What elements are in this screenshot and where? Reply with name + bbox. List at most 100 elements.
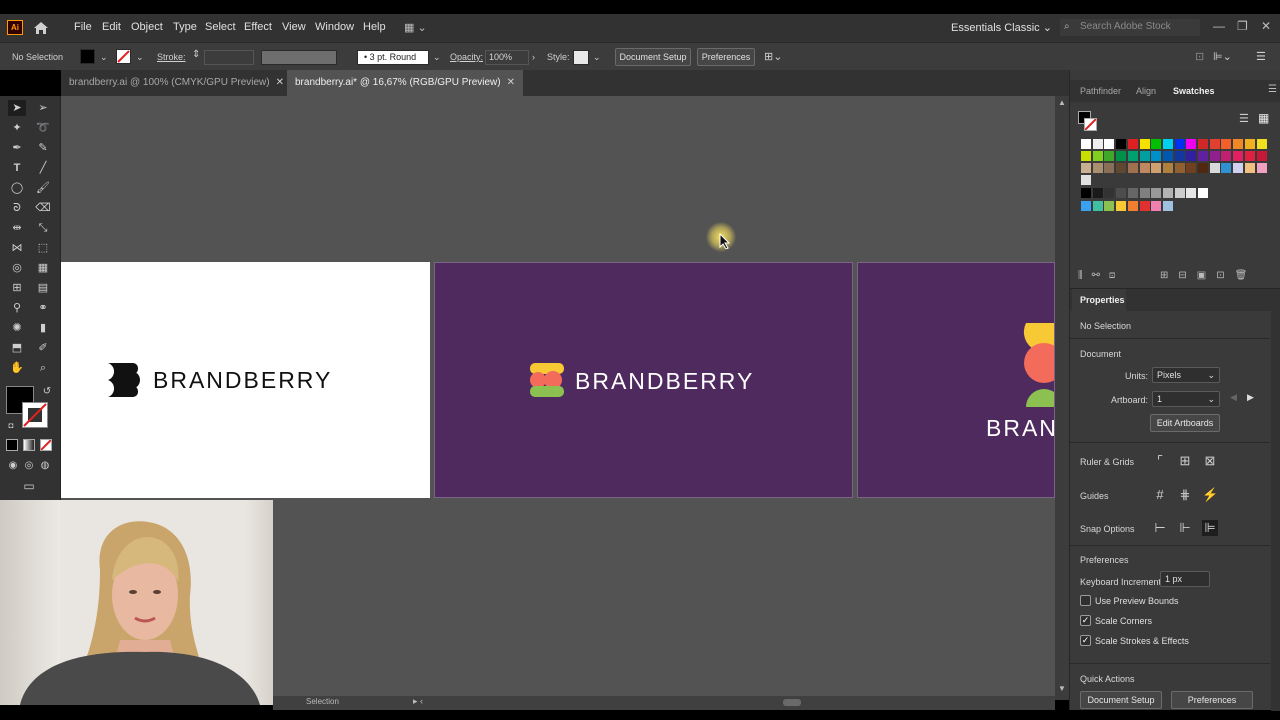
- artboard-select[interactable]: 1 ⌄: [1152, 391, 1220, 407]
- color-swatch[interactable]: [1221, 151, 1232, 161]
- tab-brandberry-rgb[interactable]: brandberry.ai* @ 16,67% (RGB/GPU Preview…: [287, 70, 523, 96]
- color-swatch[interactable]: [1081, 163, 1091, 173]
- color-swatch[interactable]: [1186, 151, 1197, 161]
- style-swatch[interactable]: [573, 50, 589, 65]
- artboard-white[interactable]: BRANDBERRY: [61, 262, 430, 498]
- align-icon[interactable]: ⊫⌄: [1213, 50, 1232, 63]
- swatch-actions-icon[interactable]: ⫼⚯⊡: [1078, 270, 1124, 281]
- menu-help[interactable]: Help: [363, 21, 386, 33]
- artboard-tool-icon[interactable]: ⬒: [8, 340, 26, 356]
- quick-document-setup-button[interactable]: Document Setup: [1080, 691, 1162, 709]
- column-graph-tool-icon[interactable]: ▮: [34, 320, 52, 336]
- stroke-swatch[interactable]: [116, 49, 131, 64]
- color-swatch[interactable]: [1162, 201, 1173, 211]
- color-swatch[interactable]: [1081, 151, 1091, 161]
- menu-file[interactable]: File: [74, 21, 92, 33]
- style-dropdown-icon[interactable]: ⌄: [593, 52, 601, 63]
- scroll-down-icon[interactable]: ▼: [1058, 684, 1066, 693]
- color-swatch[interactable]: [1104, 151, 1115, 161]
- scroll-up-icon[interactable]: ▲: [1058, 98, 1066, 107]
- default-colors-icon[interactable]: ◘: [2, 418, 20, 434]
- snap-to-grid-icon[interactable]: ⊩: [1177, 520, 1193, 536]
- close-icon[interactable]: ✕: [1261, 19, 1271, 33]
- paintbrush-tool-icon[interactable]: 🖌: [34, 180, 52, 196]
- reflect-tool-icon[interactable]: ⇹: [8, 220, 26, 236]
- shape-builder-tool-icon[interactable]: ◎: [8, 260, 26, 276]
- pen-tool-icon[interactable]: ✒: [8, 140, 26, 156]
- home-icon[interactable]: [33, 20, 49, 36]
- color-swatch[interactable]: [1174, 163, 1185, 173]
- color-swatch[interactable]: [1256, 163, 1267, 173]
- prev-artboard-icon[interactable]: ◀: [1230, 392, 1237, 403]
- workspace-switcher[interactable]: Essentials Classic ⌄: [951, 21, 1052, 34]
- ruler-icon[interactable]: ⌜: [1152, 453, 1168, 469]
- grid-icon[interactable]: ⊞: [1177, 453, 1193, 469]
- color-swatch[interactable]: [1198, 188, 1208, 198]
- menu-select[interactable]: Select: [205, 21, 236, 33]
- stroke-label[interactable]: Stroke:: [157, 52, 186, 62]
- smart-guides-icon[interactable]: ⚡: [1202, 487, 1218, 503]
- color-swatch[interactable]: [1139, 139, 1150, 149]
- color-swatch[interactable]: [1209, 139, 1220, 149]
- quick-preferences-button[interactable]: Preferences: [1171, 691, 1253, 709]
- color-swatch[interactable]: [1151, 201, 1162, 211]
- color-swatch[interactable]: [1127, 188, 1138, 198]
- color-swatch[interactable]: [1198, 163, 1208, 173]
- fill-dropdown-icon[interactable]: ⌄: [100, 52, 108, 63]
- color-swatch[interactable]: [1244, 139, 1255, 149]
- thumbnail-view-icon[interactable]: ▦: [1258, 111, 1269, 125]
- gradient-mode-icon[interactable]: [23, 439, 35, 451]
- symbol-sprayer-tool-icon[interactable]: ✺: [8, 320, 26, 336]
- color-swatch[interactable]: [1104, 188, 1115, 198]
- stock-search-input[interactable]: ⌕ Search Adobe Stock: [1060, 19, 1200, 36]
- color-swatch[interactable]: [1151, 163, 1162, 173]
- color-swatch[interactable]: [1092, 201, 1103, 211]
- panel-menu-icon[interactable]: ☰: [1268, 84, 1277, 95]
- selection-tool-icon[interactable]: ➤: [8, 100, 26, 116]
- artboard-purple[interactable]: BRANDBERRY: [434, 262, 853, 498]
- minimize-icon[interactable]: —: [1213, 19, 1225, 33]
- color-swatch[interactable]: [1081, 139, 1091, 149]
- color-swatch[interactable]: [1151, 139, 1162, 149]
- ellipse-tool-icon[interactable]: ◯: [8, 180, 26, 196]
- eyedropper-tool-icon[interactable]: ⚲: [8, 300, 26, 316]
- use-preview-bounds-checkbox[interactable]: [1080, 595, 1091, 606]
- color-swatch[interactable]: [1139, 188, 1150, 198]
- next-artboard-icon[interactable]: ▶: [1247, 392, 1254, 403]
- tab-pathfinder[interactable]: Pathfinder: [1080, 86, 1121, 96]
- color-swatch[interactable]: [1092, 163, 1103, 173]
- free-transform-tool-icon[interactable]: ⬚: [34, 240, 52, 256]
- color-swatch[interactable]: [1256, 151, 1267, 161]
- scale-tool-icon[interactable]: ⤡: [34, 220, 52, 236]
- shaper-tool-icon[interactable]: ᘐ: [8, 200, 26, 216]
- snap-to-point-icon[interactable]: ⊢: [1152, 520, 1168, 536]
- close-tab-icon[interactable]: ✕: [507, 77, 515, 88]
- color-swatch[interactable]: [1221, 163, 1232, 173]
- eraser-tool-icon[interactable]: ⌫: [34, 200, 52, 216]
- color-swatch[interactable]: [1186, 139, 1197, 149]
- opacity-label[interactable]: Opacity:: [450, 52, 483, 62]
- artboard-purple-vertical[interactable]: BRAND: [857, 262, 1055, 498]
- screen-mode-icon[interactable]: ▭: [20, 478, 38, 494]
- color-swatch[interactable]: [1221, 139, 1232, 149]
- tab-brandberry-cmyk[interactable]: brandberry.ai @ 100% (CMYK/GPU Preview) ✕: [61, 70, 292, 96]
- units-select[interactable]: Pixels ⌄: [1152, 367, 1220, 383]
- stroke-weight-field[interactable]: [204, 50, 254, 65]
- list-view-icon[interactable]: ☰: [1239, 112, 1249, 125]
- color-mode-icon[interactable]: [6, 439, 18, 451]
- line-tool-icon[interactable]: ╱: [34, 160, 52, 176]
- brush-dropdown-icon[interactable]: ⌄: [433, 52, 441, 63]
- color-swatch[interactable]: [1151, 151, 1162, 161]
- guides-icon[interactable]: #: [1152, 487, 1168, 503]
- tab-swatches[interactable]: Swatches: [1173, 86, 1215, 96]
- edit-artboards-button[interactable]: Edit Artboards: [1150, 414, 1220, 432]
- color-swatch[interactable]: [1186, 188, 1197, 198]
- slice-tool-icon[interactable]: ✐: [34, 340, 52, 356]
- color-swatch[interactable]: [1127, 163, 1138, 173]
- properties-scrollbar[interactable]: [1271, 311, 1280, 711]
- opacity-arrow-icon[interactable]: ›: [532, 52, 535, 62]
- menu-effect[interactable]: Effect: [244, 21, 272, 33]
- gradient-tool-icon[interactable]: ▤: [34, 280, 52, 296]
- zoom-tool-icon[interactable]: ⌕: [34, 360, 52, 376]
- color-swatch[interactable]: [1092, 139, 1103, 149]
